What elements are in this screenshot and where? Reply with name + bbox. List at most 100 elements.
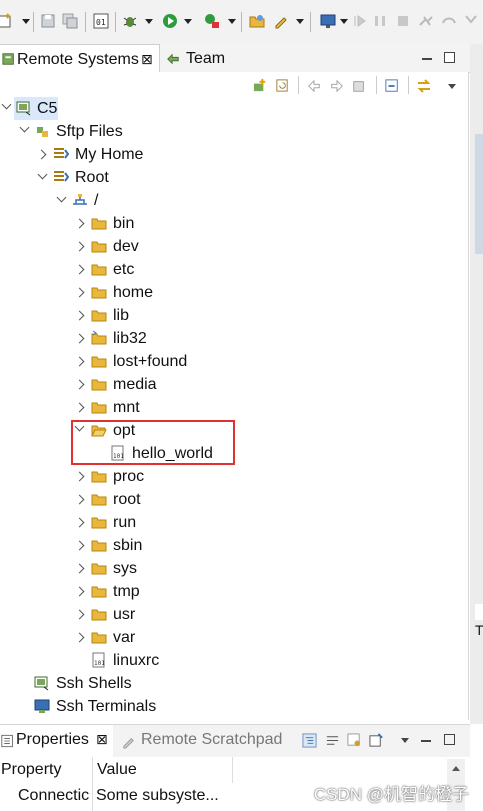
collapse-chevron-icon[interactable] [74, 632, 85, 643]
folder-link-icon [91, 330, 107, 345]
disconnect-icon[interactable] [418, 13, 434, 29]
collapse-chevron-icon[interactable] [74, 471, 85, 482]
expand-chevron-icon[interactable] [1, 99, 12, 110]
new-connection-icon[interactable] [253, 78, 268, 93]
back-icon[interactable] [307, 79, 321, 93]
run-icon[interactable] [162, 13, 178, 29]
run-dropdown-icon[interactable] [184, 19, 192, 24]
properties-tab-bar: Properties ⊠ Remote Scratchpad [0, 724, 470, 758]
expand-chevron-icon[interactable] [37, 169, 48, 180]
save-all-icon[interactable] [62, 13, 78, 29]
tree-label-my-home: My Home [75, 146, 144, 163]
collapse-chevron-icon[interactable] [74, 402, 85, 413]
view-menu-icon[interactable] [401, 738, 409, 743]
filter-icon[interactable] [347, 733, 362, 748]
folder-icon [91, 471, 107, 483]
collapse-chevron-icon[interactable] [74, 310, 85, 321]
close-icon[interactable]: ⊠ [141, 44, 153, 74]
tab-team-label: Team [186, 50, 226, 67]
team-icon [167, 53, 179, 65]
collapse-chevron-icon[interactable] [74, 218, 85, 229]
collapse-chevron-icon[interactable] [74, 379, 85, 390]
forward-icon[interactable] [330, 79, 344, 93]
tab-team[interactable]: Team [165, 44, 240, 72]
tab-remote-scratchpad[interactable]: Remote Scratchpad [121, 725, 291, 757]
folder-label: root [113, 491, 141, 508]
collapse-chevron-icon[interactable] [74, 287, 85, 298]
folder-label: mnt [113, 399, 140, 416]
property-cell[interactable]: Connectic [18, 783, 92, 809]
folder-label: proc [113, 468, 145, 485]
step-return-icon[interactable] [463, 13, 479, 29]
root-folder-icon [73, 194, 87, 205]
column-header-property: Property [1, 761, 62, 778]
collapse-chevron-icon[interactable] [74, 494, 85, 505]
minimize-icon[interactable] [422, 58, 432, 60]
right-strip-tab[interactable] [475, 604, 483, 620]
folder-label: usr [113, 606, 136, 623]
binary-icon[interactable]: 01 [93, 13, 109, 29]
collapse-chevron-icon[interactable] [36, 149, 47, 160]
tree-label-ssh-shells: Ssh Shells [56, 675, 132, 692]
refresh-icon[interactable] [275, 78, 290, 93]
edit-dropdown-icon[interactable] [296, 19, 304, 24]
save-icon[interactable] [40, 13, 56, 29]
collapse-chevron-icon[interactable] [74, 333, 85, 344]
open-folder-icon[interactable] [249, 13, 265, 29]
collapse-chevron-icon[interactable] [74, 264, 85, 275]
value-cell[interactable]: Some subsyste... [96, 783, 226, 809]
advanced-icon[interactable] [325, 733, 340, 748]
folder-icon [91, 356, 107, 368]
step-into-icon[interactable] [352, 13, 368, 29]
collapse-chevron-icon[interactable] [74, 356, 85, 367]
collapse-chevron-icon[interactable] [74, 586, 85, 597]
tab-properties[interactable]: Properties ⊠ [0, 725, 113, 757]
scroll-up-icon[interactable] [452, 766, 460, 771]
new-dropdown-icon[interactable] [22, 19, 30, 24]
maximize-icon[interactable] [444, 52, 455, 63]
collapse-chevron-icon[interactable] [74, 517, 85, 528]
debug-icon[interactable] [122, 13, 138, 29]
right-strip-bar [475, 134, 483, 254]
folder-label: sys [113, 560, 137, 577]
link-with-editor-icon[interactable] [416, 78, 432, 94]
terminate-icon[interactable] [395, 13, 411, 29]
monitor-icon[interactable] [320, 13, 336, 29]
tab-scratchpad-label: Remote Scratchpad [141, 731, 283, 748]
up-icon[interactable] [352, 79, 366, 93]
tree-label-connection: C5 [37, 100, 58, 117]
collapse-chevron-icon[interactable] [74, 540, 85, 551]
collapse-chevron-icon[interactable] [74, 563, 85, 574]
expand-chevron-icon[interactable] [19, 122, 30, 133]
close-icon[interactable]: ⊠ [96, 731, 108, 748]
collapse-chevron-icon[interactable] [74, 241, 85, 252]
tree-node-connection[interactable]: C5 [14, 97, 58, 120]
minimize-icon[interactable] [421, 740, 431, 742]
view-menu-icon[interactable] [448, 84, 456, 89]
folder-label: dev [113, 238, 139, 255]
tab-remote-systems-label: Remote Systems [17, 51, 139, 68]
tab-properties-label: Properties [16, 731, 89, 748]
external-tools-icon[interactable] [204, 13, 220, 29]
new-icon[interactable] [0, 13, 14, 29]
tree-label-linuxrc: linuxrc [113, 652, 160, 669]
categories-icon[interactable] [302, 733, 317, 748]
tab-remote-systems[interactable]: Remote Systems ⊠ [0, 44, 160, 73]
monitor-dropdown-icon[interactable] [340, 19, 348, 24]
collapse-all-icon[interactable] [385, 79, 399, 93]
suspend-icon[interactable] [372, 13, 388, 29]
folder-label: var [113, 629, 136, 646]
folder-icon [91, 632, 107, 644]
debug-dropdown-icon[interactable] [145, 19, 153, 24]
collapse-chevron-icon[interactable] [74, 609, 85, 620]
pin-icon[interactable] [369, 733, 384, 748]
folder-icon [91, 287, 107, 299]
external-tools-dropdown-icon[interactable] [228, 19, 236, 24]
step-over-icon[interactable] [441, 13, 457, 29]
filter-icon [54, 171, 69, 182]
expand-chevron-icon[interactable] [56, 192, 67, 203]
scratchpad-icon [123, 738, 134, 749]
maximize-icon[interactable] [444, 734, 455, 745]
filter-icon [54, 148, 69, 159]
edit-icon[interactable] [273, 13, 289, 29]
